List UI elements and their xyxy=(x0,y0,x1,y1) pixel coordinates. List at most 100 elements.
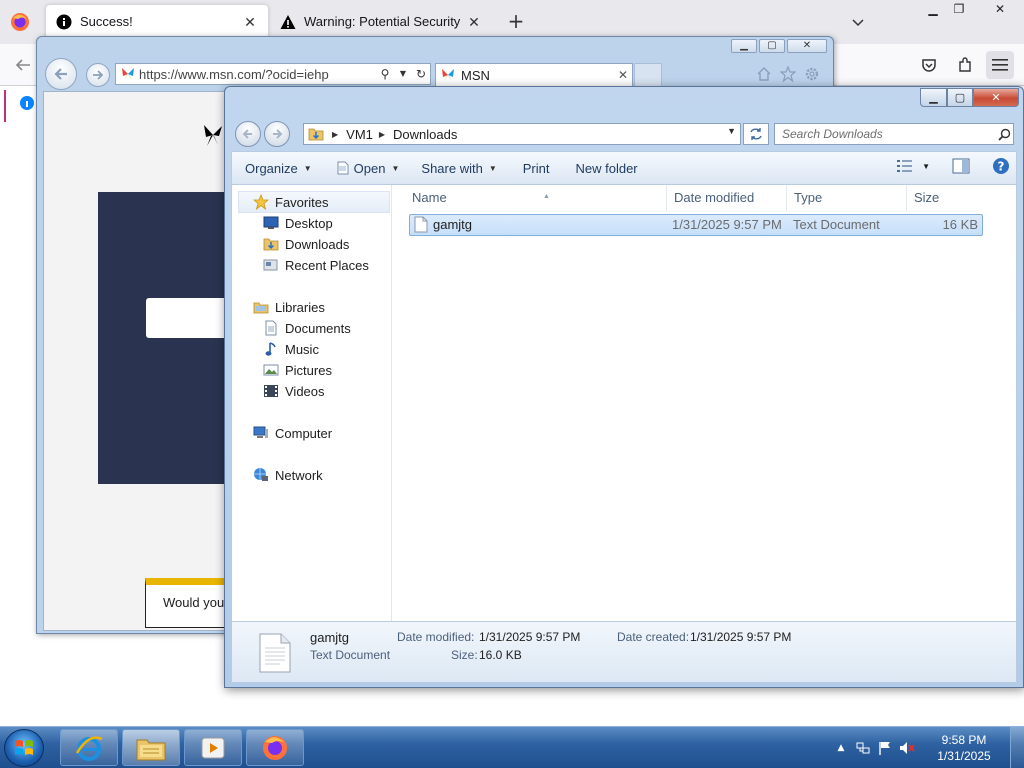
share-with-button[interactable]: Share with ▼ xyxy=(414,156,503,180)
caret-down-icon: ▼ xyxy=(391,163,400,173)
chevron-down-icon[interactable]: ▼ xyxy=(727,126,736,136)
nav-videos[interactable]: Videos xyxy=(262,381,325,401)
flag-icon[interactable] xyxy=(874,737,896,759)
text-file-icon xyxy=(414,216,428,236)
ie-back-button[interactable] xyxy=(45,58,77,90)
breadcrumb-item-downloads[interactable]: Downloads xyxy=(393,127,457,142)
details-size: 16.0 KB xyxy=(479,648,522,662)
nav-recent-places[interactable]: Recent Places xyxy=(262,255,369,275)
breadcrumb-arrow-icon[interactable]: ▶ xyxy=(379,130,385,139)
pocket-icon[interactable] xyxy=(918,54,940,76)
table-row[interactable]: gamjtg 1/31/2025 9:57 PM Text Document 1… xyxy=(409,214,983,236)
breadcrumb-arrow-icon[interactable]: ▶ xyxy=(332,130,338,139)
volume-muted-icon[interactable] xyxy=(896,737,918,759)
breadcrumb-item-vm1[interactable]: VM1 xyxy=(346,127,373,142)
firefox-close-button[interactable]: ✕ xyxy=(980,0,1020,18)
firefox-restore-button[interactable]: ❐ xyxy=(942,0,976,18)
column-header-type[interactable]: Type xyxy=(787,185,907,211)
tab-close-icon[interactable]: ✕ xyxy=(466,14,482,30)
nav-desktop[interactable]: Desktop xyxy=(262,213,333,233)
show-desktop-button[interactable] xyxy=(1010,727,1024,768)
help-icon[interactable]: ? xyxy=(992,157,1010,175)
nav-favorites[interactable]: Favorites xyxy=(252,192,328,212)
favorites-star-icon[interactable] xyxy=(779,65,797,83)
organize-label: Organize xyxy=(245,160,298,176)
ie-minimize-button[interactable]: ▁ xyxy=(731,39,757,53)
nav-computer[interactable]: Computer xyxy=(252,423,332,443)
ie-search-icon[interactable]: ⚲ xyxy=(376,65,394,83)
firefox-logo-icon[interactable] xyxy=(10,12,30,32)
home-icon[interactable] xyxy=(755,65,773,83)
taskbar-firefox[interactable] xyxy=(246,729,304,766)
ie-tab-close-icon[interactable]: ✕ xyxy=(614,68,632,82)
ie-new-tab-button[interactable] xyxy=(634,63,662,87)
msn-logo-icon xyxy=(202,122,224,148)
taskbar-media-player[interactable] xyxy=(184,729,242,766)
explorer-maximize-button[interactable]: ▢ xyxy=(947,88,973,107)
ie-maximize-button[interactable]: ▢ xyxy=(759,39,785,53)
nav-downloads[interactable]: Downloads xyxy=(262,234,349,254)
column-header-date-modified[interactable]: Date modified xyxy=(667,185,787,211)
show-hidden-icons-icon[interactable]: ▲ xyxy=(830,737,852,759)
firefox-tab-success[interactable]: Success! ✕ xyxy=(46,5,268,38)
nav-documents[interactable]: Documents xyxy=(262,318,351,338)
column-header-size[interactable]: Size xyxy=(907,185,983,211)
navigation-pane: Favorites Desktop Downloads Recent Place… xyxy=(232,185,392,621)
list-all-tabs-icon[interactable] xyxy=(848,12,868,32)
explorer-minimize-button[interactable]: ▁ xyxy=(920,88,947,107)
search-input[interactable] xyxy=(775,127,995,141)
details-date-created-label: Date created: xyxy=(617,630,690,644)
ie-tab-title: MSN xyxy=(461,67,490,83)
msn-butterfly-icon xyxy=(439,66,457,84)
open-button[interactable]: Open ▼ xyxy=(329,156,407,180)
ie-close-button[interactable]: ✕ xyxy=(787,39,827,53)
file-date-modified: 1/31/2025 9:57 PM xyxy=(672,217,782,232)
nav-label: Libraries xyxy=(275,299,325,315)
hamburger-menu-icon[interactable] xyxy=(986,51,1014,79)
new-tab-button[interactable]: + xyxy=(505,10,527,32)
nav-label: Downloads xyxy=(285,236,350,252)
details-date-created: 1/31/2025 9:57 PM xyxy=(690,630,792,644)
refresh-button[interactable] xyxy=(743,123,769,145)
action-center-icon[interactable] xyxy=(852,737,874,759)
breadcrumb[interactable]: ▶ VM1 ▶ Downloads ▼ xyxy=(303,123,741,145)
search-icon[interactable] xyxy=(995,128,1013,141)
firefox-tab-warning[interactable]: Warning: Potential Security Risk ✕ xyxy=(270,5,492,38)
organize-button[interactable]: Organize ▼ xyxy=(238,156,319,180)
tab-close-icon[interactable]: ✕ xyxy=(242,14,258,30)
preview-pane-icon[interactable] xyxy=(952,158,970,174)
new-folder-button[interactable]: New folder xyxy=(568,156,644,180)
ie-tab-msn[interactable]: MSN ✕ xyxy=(435,63,633,87)
ie-caption-buttons: ▁ ▢ ✕ xyxy=(731,39,827,53)
explorer-close-button[interactable]: ✕ xyxy=(973,88,1019,107)
tab-title: Success! xyxy=(80,14,133,29)
ie-address-text: https://www.msn.com/?ocid=iehp xyxy=(139,66,329,82)
column-header-name[interactable]: Name ▲ xyxy=(405,185,667,211)
taskbar-internet-explorer[interactable] xyxy=(60,729,118,766)
clock[interactable]: 9:58 PM 1/31/2025 xyxy=(918,732,1010,764)
nav-libraries[interactable]: Libraries xyxy=(252,297,325,317)
nav-network[interactable]: Network xyxy=(252,465,323,485)
firefox-page-edge xyxy=(0,86,40,126)
ie-forward-button[interactable] xyxy=(86,63,110,87)
explorer-forward-button[interactable] xyxy=(264,121,290,147)
command-bar: Organize ▼ Open ▼ Share with ▼ Print New fo… xyxy=(231,151,1017,185)
nav-pictures[interactable]: Pictures xyxy=(262,360,332,380)
nav-music[interactable]: Music xyxy=(262,339,319,359)
star-icon xyxy=(252,194,270,210)
ie-address-dropdown-icon[interactable]: ▼ xyxy=(394,65,412,83)
print-button[interactable]: Print xyxy=(516,156,557,180)
taskbar-windows-explorer[interactable] xyxy=(122,729,180,766)
search-box[interactable] xyxy=(774,123,1014,145)
firefox-back-icon[interactable] xyxy=(12,54,34,76)
ie-address-bar[interactable]: https://www.msn.com/?ocid=iehp ⚲ ▼ ↻ xyxy=(115,63,431,85)
nav-label: Music xyxy=(285,341,319,357)
gear-icon[interactable] xyxy=(803,65,821,83)
start-button[interactable] xyxy=(4,729,44,767)
downloads-folder-icon xyxy=(262,236,280,252)
extensions-icon[interactable] xyxy=(954,54,976,76)
explorer-back-button[interactable] xyxy=(235,121,261,147)
change-view-icon[interactable]: ▼ xyxy=(896,159,930,173)
firefox-icon xyxy=(261,734,289,762)
ie-refresh-icon[interactable]: ↻ xyxy=(412,65,430,83)
